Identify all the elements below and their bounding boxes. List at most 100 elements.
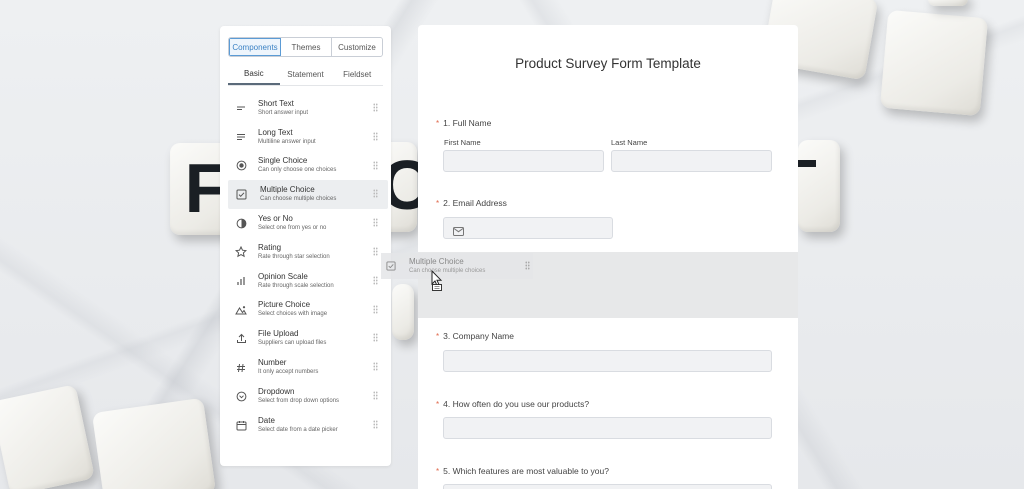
required-mark: * xyxy=(436,119,440,128)
component-desc: Short answer input xyxy=(258,109,309,116)
tab-themes[interactable]: Themes xyxy=(281,38,332,56)
drag-handle-icon[interactable] xyxy=(373,131,378,141)
component-title: Dropdown xyxy=(258,386,295,396)
drag-handle-icon[interactable] xyxy=(373,275,378,285)
image-icon xyxy=(230,299,252,321)
tile-letter-bar xyxy=(798,160,816,167)
component-picture-choice[interactable]: Picture Choice Select choices with image xyxy=(228,296,388,325)
question-3-label[interactable]: * 3. Company Name xyxy=(436,331,514,341)
mouse-cursor-icon xyxy=(431,269,445,297)
component-desc: It only accept numbers xyxy=(258,369,319,376)
usage-frequency-field[interactable] xyxy=(443,417,772,439)
component-single-choice[interactable]: Single Choice Can only choose one choices xyxy=(228,152,388,181)
question-1-label[interactable]: * 1. Full Name xyxy=(436,118,491,128)
subtab-fieldset[interactable]: Fieldset xyxy=(331,64,383,85)
question-text: 5. Which features are most valuable to y… xyxy=(443,466,609,476)
component-file-upload[interactable]: File Upload Suppliers can upload files xyxy=(228,324,388,353)
ghost-title: Multiple Choice xyxy=(409,256,464,266)
component-desc: Select one from yes or no xyxy=(258,225,327,232)
component-desc: Select date from a date picker xyxy=(258,426,338,433)
drag-handle-icon[interactable] xyxy=(373,333,378,343)
component-desc: Can choose multiple choices xyxy=(260,196,337,203)
email-field[interactable] xyxy=(443,217,613,239)
question-4-label[interactable]: * 4. How often do you use our products? xyxy=(436,399,589,409)
subtab-statement[interactable]: Statement xyxy=(280,64,332,85)
component-long-text[interactable]: Long Text Multiline answer input xyxy=(228,123,388,152)
drag-handle-icon[interactable] xyxy=(373,189,378,199)
background-tile xyxy=(91,397,217,489)
drag-handle-icon[interactable] xyxy=(373,103,378,112)
component-number[interactable]: Number It only accept numbers xyxy=(228,353,388,382)
component-subtabs: Basic Statement Fieldset xyxy=(228,64,383,86)
question-5-label[interactable]: * 5. Which features are most valuable to … xyxy=(436,466,609,476)
component-title: Date xyxy=(258,415,275,425)
mail-icon xyxy=(453,223,464,241)
first-name-field[interactable] xyxy=(443,150,604,172)
drag-handle-icon[interactable] xyxy=(373,390,378,400)
dropdown-icon xyxy=(230,385,252,407)
question-2-label[interactable]: * 2. Email Address xyxy=(436,198,507,208)
component-multiple-choice[interactable]: Multiple Choice Can choose multiple choic… xyxy=(228,180,388,210)
drag-handle-icon[interactable] xyxy=(373,218,378,228)
background-tile xyxy=(798,140,840,232)
component-title: File Upload xyxy=(258,329,299,339)
component-desc: Suppliers can upload files xyxy=(258,340,327,347)
ghost-desc: Can choose multiple choices xyxy=(409,267,486,274)
background-tile xyxy=(0,384,96,489)
calendar-icon xyxy=(230,414,252,436)
drag-handle-icon[interactable] xyxy=(373,419,378,429)
component-desc: Rate through star selection xyxy=(258,253,330,260)
drag-handle-icon[interactable] xyxy=(373,304,378,314)
component-title: Long Text xyxy=(258,127,293,137)
background-tile xyxy=(392,284,414,340)
component-title: Number xyxy=(258,358,287,368)
valuable-features-field[interactable] xyxy=(443,484,772,489)
star-icon xyxy=(230,241,252,263)
required-mark: * xyxy=(436,332,440,341)
component-desc: Multiline answer input xyxy=(258,138,316,145)
background-tile xyxy=(879,9,989,117)
half-circle-icon xyxy=(230,213,252,235)
panel-tabs: Components Themes Customize xyxy=(228,37,383,57)
required-mark: * xyxy=(436,199,440,208)
drag-ghost-multiple-choice[interactable]: Multiple Choice Can choose multiple choi… xyxy=(381,253,533,279)
component-title: Multiple Choice xyxy=(260,185,315,195)
drag-handle-icon xyxy=(525,261,530,270)
tab-components[interactable]: Components xyxy=(229,38,281,56)
component-short-text[interactable]: Short Text Short answer input xyxy=(228,94,388,123)
drag-handle-icon[interactable] xyxy=(373,246,378,256)
component-desc: Select choices with image xyxy=(258,311,328,318)
tab-customize[interactable]: Customize xyxy=(332,38,382,56)
form-title: Product Survey Form Template xyxy=(515,56,701,71)
component-title: Rating xyxy=(258,242,282,252)
drag-handle-icon[interactable] xyxy=(373,160,378,170)
short-text-icon xyxy=(230,97,252,119)
component-yes-or-no[interactable]: Yes or No Select one from yes or no xyxy=(228,209,388,238)
component-title: Yes or No xyxy=(258,214,293,224)
upload-icon xyxy=(230,328,252,350)
drag-handle-icon[interactable] xyxy=(373,362,378,372)
subtab-basic[interactable]: Basic xyxy=(228,64,280,85)
component-desc: Rate through scale selection xyxy=(258,282,334,289)
question-text: 2. Email Address xyxy=(443,198,507,208)
component-desc: Select from drop down options xyxy=(258,397,340,404)
bar-chart-icon xyxy=(230,270,252,292)
component-rating[interactable]: Rating Rate through star selection xyxy=(228,238,388,267)
component-date[interactable]: Date Select date from a date picker xyxy=(228,411,388,440)
first-name-label: First Name xyxy=(444,138,481,147)
component-opinion-scale[interactable]: Opinion Scale Rate through scale selectio… xyxy=(228,267,388,296)
required-mark: * xyxy=(436,467,440,476)
component-dropdown[interactable]: Dropdown Select from drop down options xyxy=(228,382,388,411)
last-name-field[interactable] xyxy=(611,150,772,172)
component-title: Picture Choice xyxy=(258,300,311,310)
component-title: Single Choice xyxy=(258,156,308,166)
component-title: Opinion Scale xyxy=(258,271,308,281)
hash-icon xyxy=(230,357,252,379)
last-name-label: Last Name xyxy=(611,138,648,147)
background-tile xyxy=(928,0,968,6)
components-panel: Components Themes Customize Basic Statem… xyxy=(220,26,391,466)
long-text-icon xyxy=(230,126,252,148)
component-title: Short Text xyxy=(258,98,294,108)
company-name-field[interactable] xyxy=(443,350,772,372)
question-text: 1. Full Name xyxy=(443,118,492,128)
